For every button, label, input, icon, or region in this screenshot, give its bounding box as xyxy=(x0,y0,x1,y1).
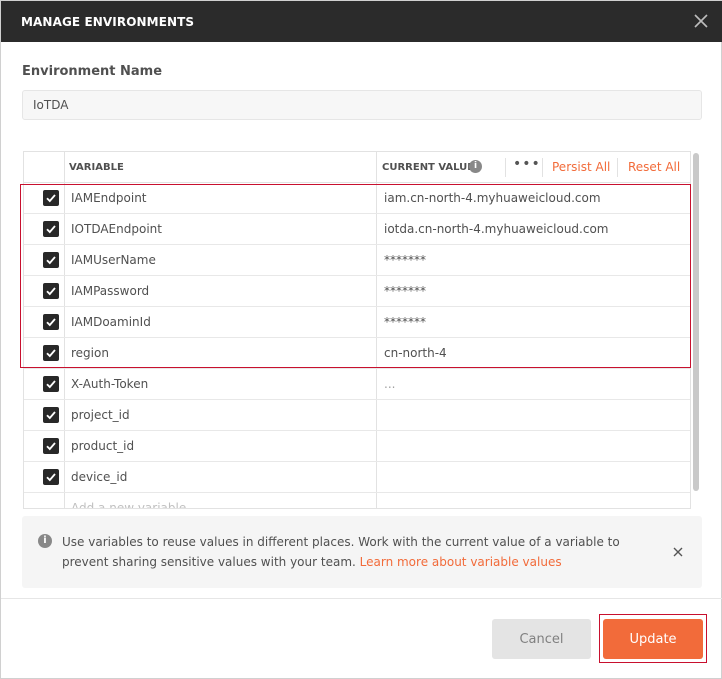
variable-name-cell[interactable]: IAMEndpoint xyxy=(71,191,147,205)
header-divider xyxy=(617,158,618,177)
table-row: IOTDAEndpoint iotda.cn-north-4.myhuaweicl… xyxy=(24,214,690,245)
close-icon[interactable] xyxy=(671,544,685,558)
table-row: IAMEndpoint iam.cn-north-4.myhuaweicloud.… xyxy=(24,183,690,214)
dialog-title: MANAGE ENVIRONMENTS xyxy=(21,15,195,29)
cancel-button[interactable]: Cancel xyxy=(492,619,591,659)
current-value-cell[interactable]: ******* xyxy=(384,315,426,329)
table-row: X-Auth-Token... xyxy=(24,369,690,400)
enable-checkbox[interactable] xyxy=(43,407,59,423)
enable-checkbox[interactable] xyxy=(43,345,59,361)
enable-checkbox[interactable] xyxy=(43,190,59,206)
update-button[interactable]: Update xyxy=(603,619,703,659)
table-row: device_id xyxy=(24,462,690,493)
enable-checkbox[interactable] xyxy=(43,283,59,299)
reset-all-button[interactable]: Reset All xyxy=(628,160,680,174)
enable-checkbox[interactable] xyxy=(43,469,59,485)
table-row: product_id xyxy=(24,431,690,462)
learn-more-link[interactable]: Learn more about variable values xyxy=(360,555,562,569)
table-row: IAMDoaminId ******* xyxy=(24,307,690,338)
variable-name-cell[interactable]: product_id xyxy=(71,439,134,453)
current-value-column-header: CURRENT VALUE xyxy=(382,162,475,173)
variable-name-cell[interactable]: IAMPassword xyxy=(71,284,149,298)
variable-column-header: VARIABLE xyxy=(69,162,124,173)
table-row: IAMPassword ******* xyxy=(24,276,690,307)
info-icon: i xyxy=(38,534,52,548)
enable-checkbox[interactable] xyxy=(43,252,59,268)
current-value-cell[interactable]: ******* xyxy=(384,284,426,298)
dialog-titlebar: MANAGE ENVIRONMENTS xyxy=(1,1,722,42)
persist-all-button[interactable]: Persist All xyxy=(552,160,610,174)
table-row: region cn-north-4 xyxy=(24,338,690,369)
update-highlight-box: Update xyxy=(599,614,707,663)
manage-environments-dialog: MANAGE ENVIRONMENTS Environment Name VAR… xyxy=(0,0,722,679)
variables-table: VARIABLE CURRENT VALUE i ••• Persist All… xyxy=(23,151,691,509)
enable-checkbox[interactable] xyxy=(43,314,59,330)
enable-checkbox[interactable] xyxy=(43,376,59,392)
environment-name-input[interactable] xyxy=(22,90,702,120)
table-header: VARIABLE CURRENT VALUE i ••• Persist All… xyxy=(24,152,690,183)
variable-name-cell[interactable]: device_id xyxy=(71,470,127,484)
info-banner: i Use variables to reuse values in diffe… xyxy=(22,516,702,588)
current-value-cell[interactable]: iotda.cn-north-4.myhuaweicloud.com xyxy=(384,222,609,236)
footer-divider xyxy=(1,598,722,599)
header-divider xyxy=(505,158,506,177)
enable-checkbox[interactable] xyxy=(43,438,59,454)
info-icon[interactable]: i xyxy=(469,160,482,173)
info-banner-text: Use variables to reuse values in differe… xyxy=(62,532,662,572)
variable-name-cell[interactable]: project_id xyxy=(71,408,130,422)
table-row: IAMUserName ******* xyxy=(24,245,690,276)
variable-name-cell[interactable]: X-Auth-Token xyxy=(71,377,148,391)
current-value-cell[interactable]: cn-north-4 xyxy=(384,346,447,360)
current-value-cell[interactable]: ... xyxy=(384,377,395,391)
current-value-cell[interactable]: iam.cn-north-4.myhuaweicloud.com xyxy=(384,191,601,205)
header-divider xyxy=(542,158,543,177)
close-icon[interactable] xyxy=(691,11,711,31)
variable-name-cell[interactable]: IAMUserName xyxy=(71,253,156,267)
variable-name-cell[interactable]: IAMDoaminId xyxy=(71,315,151,329)
environment-name-label: Environment Name xyxy=(22,64,163,79)
variable-name-cell[interactable]: region xyxy=(71,346,109,360)
enable-checkbox[interactable] xyxy=(43,221,59,237)
more-options-icon[interactable]: ••• xyxy=(513,155,540,177)
add-variable-input[interactable]: Add a new variable xyxy=(71,501,186,508)
table-scrollbar[interactable] xyxy=(693,153,699,491)
current-value-cell[interactable]: ******* xyxy=(384,253,426,267)
variable-name-cell[interactable]: IOTDAEndpoint xyxy=(71,222,162,236)
table-row: project_id xyxy=(24,400,690,431)
